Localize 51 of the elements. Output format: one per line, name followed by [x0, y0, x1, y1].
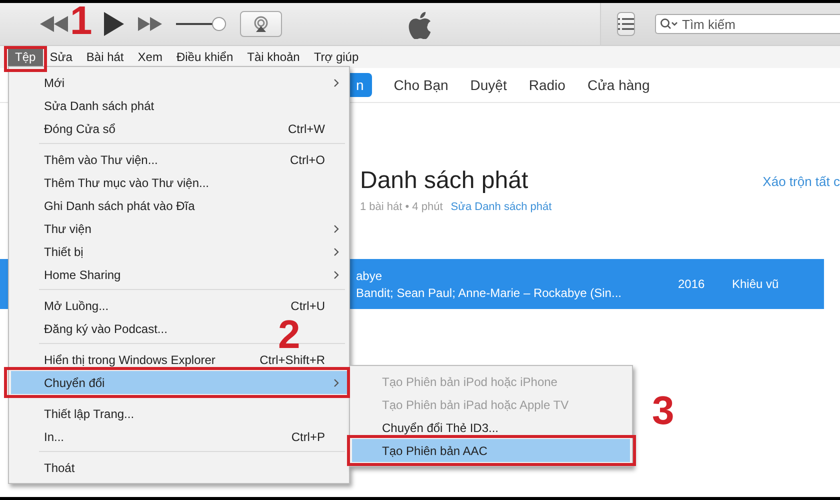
shortcut-text: Ctrl+O [288, 152, 325, 166]
menu-item[interactable]: Thêm vào Thư viện... [44, 152, 158, 166]
menu-bar-item[interactable]: Điều khiển [169, 46, 240, 68]
menu-bar-item[interactable]: Xem [130, 46, 170, 68]
step-number: 3 [652, 395, 674, 427]
step-number: 2 [278, 319, 300, 351]
list-icon [618, 18, 634, 30]
menu-item[interactable]: Hiển thị trong Windows Explorer [44, 352, 216, 366]
nav-tab[interactable]: Cho Bạn [394, 73, 448, 97]
highlight-frame [4, 46, 47, 72]
menu-item[interactable]: Thiết lập Trang... [44, 406, 134, 420]
menu-bar-item[interactable]: Sửa [42, 46, 80, 68]
apple-icon [407, 9, 433, 39]
airplay-icon [253, 16, 269, 32]
track-artist: Bandit; Sean Paul; Anne-Marie – Rockabye (Sin... [356, 286, 622, 300]
play-icon[interactable] [104, 12, 124, 36]
menu-item[interactable]: Ghi Danh sách phát vào Đĩa [44, 198, 195, 212]
menu-item[interactable]: Home Sharing [44, 268, 121, 282]
nav-tab[interactable]: Duyệt [470, 73, 507, 97]
search-field[interactable]: Tìm kiếm [655, 14, 840, 34]
step-number: 1 [70, 5, 92, 37]
track-title: abye [356, 268, 384, 282]
track-year: 2016 [678, 277, 706, 291]
menu-item[interactable]: Đăng ký vào Podcast... [44, 322, 168, 336]
menu-item[interactable]: Đóng Cửa sổ [44, 122, 116, 136]
menu-bar-item[interactable]: Tài khoản [240, 46, 307, 68]
playlist-title: Danh sách phát [360, 167, 528, 195]
shortcut-text: Ctrl+W [287, 122, 325, 136]
menu-bar-item[interactable]: Bài hát [79, 46, 131, 68]
fast-forward-icon[interactable] [138, 17, 162, 31]
menu-item[interactable]: Thoát [44, 460, 75, 474]
rewind-icon[interactable] [40, 16, 68, 32]
menu-item[interactable]: In... [44, 430, 64, 444]
menu-item[interactable]: Sửa Danh sách phát [44, 98, 154, 112]
menu-item[interactable]: Chuyển đổi [11, 371, 347, 394]
list-view-button[interactable] [617, 12, 635, 36]
nav-tab[interactable]: Cửa hàng [587, 73, 650, 97]
track-genre: Khiêu vũ [732, 277, 780, 291]
playlist-summary: 1 bài hát • 4 phút [360, 201, 443, 213]
nav-tab[interactable]: Radio [528, 73, 566, 97]
menu-item[interactable]: Thiết bị [44, 244, 84, 258]
submenu-item[interactable]: Tạo Phiên bản AAC [352, 439, 630, 462]
search-icon [660, 18, 678, 30]
airplay-button[interactable] [240, 11, 282, 37]
menu-item[interactable]: Mới [44, 76, 65, 90]
shortcut-text: Ctrl+P [290, 430, 325, 444]
menu-item[interactable]: Thư viện [44, 222, 92, 236]
menu-item[interactable]: Thêm Thư mục vào Thư viện... [44, 176, 210, 190]
submenu-item[interactable]: Chuyển đổi Thẻ ID3... [352, 416, 630, 439]
menu-bar-item[interactable]: Trợ giúp [306, 46, 366, 68]
shortcut-text: Ctrl+Shift+R [258, 352, 325, 366]
